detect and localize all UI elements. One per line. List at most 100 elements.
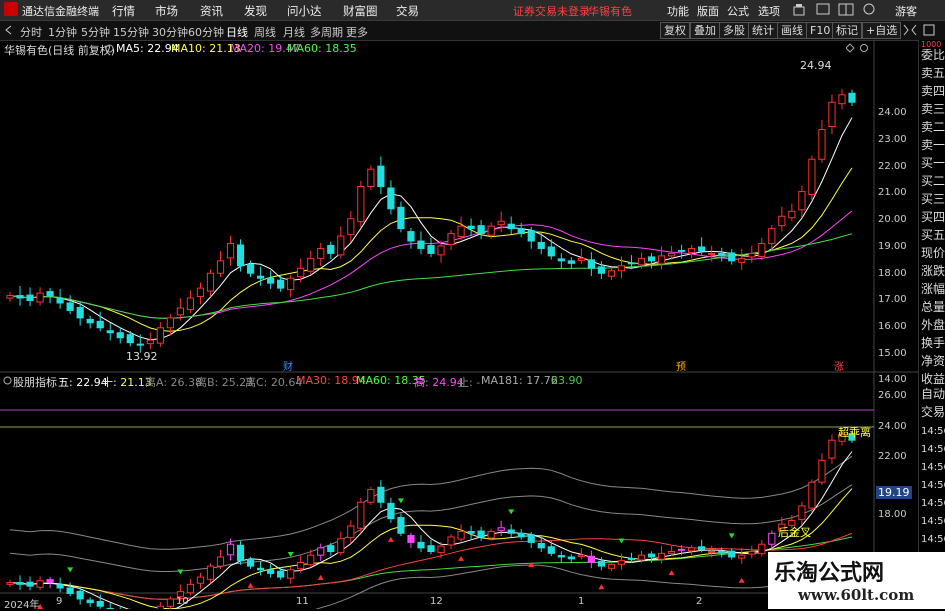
panel-waipan[interactable]: 外盘 (921, 318, 945, 332)
candle-body (728, 252, 736, 262)
user-icon[interactable] (862, 3, 876, 16)
sub-candle-body (758, 543, 766, 555)
menu-banmian[interactable]: 版面 (697, 3, 719, 19)
sub-candle-body (507, 529, 515, 534)
sub-ytick: 24.00 (878, 421, 907, 432)
indicator-gear-icon[interactable] (3, 376, 12, 385)
menu-xuanxiang[interactable]: 选项 (758, 3, 780, 19)
sub-candle-body (637, 554, 646, 561)
menu-faxian[interactable]: 发现 (244, 3, 267, 19)
xtick: 2 (696, 596, 703, 607)
candle-body (587, 259, 595, 269)
back-arrow-icon[interactable] (4, 25, 14, 35)
menu-shichang[interactable]: 市场 (155, 3, 178, 19)
period-weekly[interactable]: 周线 (254, 24, 276, 40)
panel-buy4[interactable]: 买四 (921, 210, 945, 224)
period-monthly[interactable]: 月线 (283, 24, 305, 40)
f10-button[interactable]: F10 (806, 22, 835, 39)
panel-trade[interactable]: 交易 (921, 405, 945, 419)
candle-body (417, 240, 425, 249)
panel-auto[interactable]: 自动 (921, 387, 945, 401)
sub-candle-body (467, 530, 475, 534)
settings-gear-icon[interactable] (105, 44, 114, 53)
main-ytick: 23.00 (878, 134, 907, 145)
marker-cai[interactable]: 财 (283, 358, 293, 373)
main-ytick: 22.00 (878, 161, 907, 172)
period-60min[interactable]: 60分钟 (188, 24, 224, 40)
sell-signal-arrow (397, 498, 404, 504)
panel-buy5[interactable]: 买五 (921, 228, 945, 242)
menu-hangqing[interactable]: 行情 (112, 3, 135, 19)
marker-yu[interactable]: 预 (676, 358, 686, 373)
panel-zhangdie[interactable]: 涨跌 (921, 264, 945, 278)
sub-candle-body (667, 551, 676, 554)
period-daily[interactable]: 日线 (226, 24, 248, 40)
panel-sell5[interactable]: 卖五 (921, 66, 945, 80)
sub-candle-body (427, 545, 435, 553)
panel-xianjia[interactable]: 现价 (921, 246, 945, 260)
app-logo-icon (4, 2, 18, 16)
ma181-legend: MA181: 17.76 (481, 374, 558, 387)
panel-buy3[interactable]: 买三 (921, 192, 945, 206)
trade-login-notice[interactable]: 证券交易未登录 (513, 3, 590, 19)
candle-body (86, 318, 94, 324)
period-15min[interactable]: 15分钟 (113, 24, 149, 40)
sub-candle-body (527, 534, 535, 543)
site-watermark: 乐淘公式网 www.60lt.com (768, 552, 945, 609)
main-ytick: 20.00 (878, 214, 907, 225)
huaxian-button[interactable]: 画线 (777, 22, 807, 39)
menu-gongneng[interactable]: 功能 (667, 3, 689, 19)
period-5min[interactable]: 5分钟 (81, 24, 110, 40)
period-1min[interactable]: 1分钟 (48, 24, 77, 40)
sub-candle-body (36, 580, 44, 588)
panel-huanshou[interactable]: 换手 (921, 336, 945, 350)
diejia-button[interactable]: 叠加 (690, 22, 720, 39)
candle-body (226, 243, 235, 259)
candle-body (166, 317, 174, 329)
notification-icon[interactable] (793, 3, 805, 16)
panel-control-icons[interactable] (846, 43, 876, 53)
candle-body (637, 257, 646, 266)
candle-body (56, 298, 64, 304)
nav-arrows-icon[interactable] (900, 23, 940, 37)
menu-caifuquan[interactable]: 财富圈 (343, 3, 378, 19)
sub-candle-body (387, 502, 395, 520)
duogu-button[interactable]: 多股 (719, 22, 749, 39)
panel-buy2[interactable]: 买二 (921, 174, 945, 188)
buy-signal-arrow (458, 555, 465, 561)
panel-weibi[interactable]: 委比 (921, 48, 945, 62)
candle-body (46, 291, 54, 297)
sub-ma5-line (9, 451, 853, 609)
panel-jingzi[interactable]: 净资 (921, 354, 945, 368)
menu-jiaoyi[interactable]: 交易 (396, 3, 419, 19)
add-favorite-button[interactable]: +自选 (862, 22, 902, 39)
tongji-button[interactable]: 统计 (748, 22, 778, 39)
xtick: 1 (578, 596, 585, 607)
sub-candle-body (417, 541, 425, 549)
panel-sell4[interactable]: 卖四 (921, 84, 945, 98)
period-multi[interactable]: 多周期 (310, 24, 343, 40)
panel-shouyi[interactable]: 收益 (921, 372, 945, 386)
panel-zhangfu[interactable]: 涨幅 (921, 282, 945, 296)
panel-buy1[interactable]: 买一 (921, 156, 945, 170)
guest-label[interactable]: 游客 (895, 3, 917, 19)
sub-chart-title: 股朋指标 (13, 376, 57, 389)
panel-zongliang[interactable]: 总量 (921, 300, 945, 314)
panel-sell2[interactable]: 卖二 (921, 120, 945, 134)
menu-gongshi[interactable]: 公式 (727, 3, 749, 19)
period-more[interactable]: 更多 (346, 24, 368, 40)
menu-wenxiaoda[interactable]: 问小达 (287, 3, 322, 19)
marker-zhang[interactable]: 涨 (834, 358, 844, 373)
sub-candle-body (517, 532, 525, 538)
panel-sell1[interactable]: 卖一 (921, 138, 945, 152)
biaoji-button[interactable]: 标记 (832, 22, 862, 39)
period-fenshi[interactable]: 分时 (20, 24, 42, 40)
menu-zixun[interactable]: 资讯 (200, 3, 223, 19)
period-30min[interactable]: 30分钟 (152, 24, 188, 40)
panel-sell3[interactable]: 卖三 (921, 102, 945, 116)
message-icon[interactable] (816, 3, 830, 16)
window-layout-icon[interactable] (838, 3, 854, 16)
fuquan-button[interactable]: 复权 (660, 22, 690, 39)
sell-signal-arrow (177, 569, 184, 575)
sub-candle-body (397, 517, 405, 534)
